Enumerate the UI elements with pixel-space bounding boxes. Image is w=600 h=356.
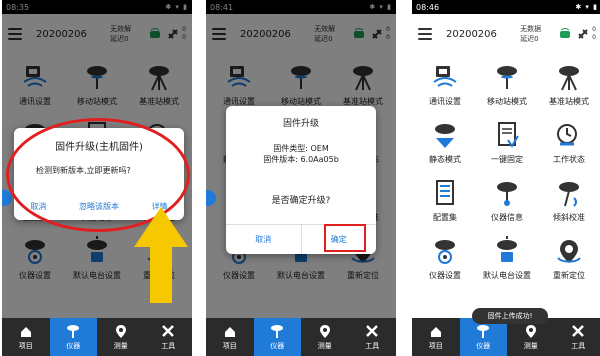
tab-home[interactable]: 项目 [412,318,460,356]
relocate-icon [557,240,581,263]
static-mode-icon [435,124,455,148]
tab-measure[interactable]: 测量 [301,318,349,356]
function-label: 通讯设置 [429,97,461,106]
radio-settings-icon [497,236,517,262]
tab-label: 工具 [161,342,176,350]
instrument-function-grid: 通讯设置 移动站模式 基准站模式静态模式 一键固定 工作状态配置集 仪器信息 倾斜校准仪器设… [412,54,600,294]
tab-label: 工具 [365,342,380,350]
function-label: 配置集 [433,213,457,222]
solution-type: 无数据 [520,25,542,33]
base-mode-icon [559,66,579,91]
function-rover-mode[interactable]: 移动站模式 [476,58,538,116]
function-label: 重新定位 [553,271,585,280]
dialog-title: 固件升级 [282,119,319,129]
latency: 延迟0 [520,35,539,43]
function-static-mode[interactable]: 静态模式 [414,116,476,174]
function-label: 一键固定 [491,155,523,164]
tab-label: 仪器 [270,342,285,350]
function-label: 仪器信息 [491,213,523,222]
upload-success-toast: 固件上传成功! [472,308,548,324]
function-label: 基准站模式 [549,97,589,106]
function-radio-settings[interactable]: 默认电台设置 [476,232,538,290]
tab-home[interactable]: 项目 [2,318,50,356]
measure-icon [525,325,536,338]
home-icon [224,327,235,337]
measure-icon [319,325,330,338]
cancel-button[interactable]: 取消 [226,225,302,254]
instrument-icon [67,325,80,338]
tab-tools[interactable]: 工具 [349,318,397,356]
tab-label: 工具 [571,342,586,350]
system-status-icons: ✱ ▾ ▮ [575,3,598,11]
tab-label: 测量 [113,342,128,350]
home-icon [20,327,31,337]
tools-icon [162,325,175,337]
function-relocate[interactable]: 重新定位 [538,232,600,290]
firmware-info: 固件类型: OEM 固件版本: 6.0Aa05b [226,143,376,165]
function-label: 默认电台设置 [483,271,531,280]
tab-instrument[interactable]: 仪器 [253,318,301,356]
tab-label: 测量 [523,342,538,350]
tab-home[interactable]: 项目 [206,318,254,356]
function-device-settings[interactable]: 仪器设置 [414,232,476,290]
instrument-icon [477,325,490,338]
function-label: 工作状态 [553,155,585,164]
device-info-icon [497,182,517,206]
tab-label: 测量 [317,342,332,350]
phone-screen-3: 08:46 ✱ ▾ ▮ 20200206 无数据延迟0 0 0 通讯设置 移动站模式 基准站模式… [412,0,600,356]
receiver-connection-icon[interactable] [558,27,572,41]
bottom-tab-bar: 项目 仪器 测量 工具 [206,318,396,356]
firmware-version: 固件版本: 6.0Aa05b [263,155,339,164]
function-base-mode[interactable]: 基准站模式 [538,58,600,116]
satellite-icon[interactable] [576,27,590,41]
top-bar: 20200206 无数据延迟0 0 0 [412,14,600,54]
highlight-box [324,224,366,252]
menu-icon[interactable] [418,28,432,40]
solution-status: 无数据延迟0 [520,24,554,44]
home-icon [430,327,441,337]
function-comm-settings[interactable]: 通讯设置 [414,58,476,116]
tab-tools[interactable]: 工具 [555,318,600,356]
clock: 08:46 [416,2,440,12]
comm-settings-icon [433,66,457,87]
tab-label: 仪器 [66,342,81,350]
tab-instrument[interactable]: 仪器 [49,318,97,356]
satellite-count-visible: 0 [592,34,596,41]
config-set-icon [436,180,454,205]
function-tilt-calibration[interactable]: 倾斜校准 [538,174,600,232]
confirm-question: 是否确定升级? [271,196,331,206]
function-config-set[interactable]: 配置集 [414,174,476,232]
phone-screen-2: 08:41✱ ▾ ▮20200206无效解延迟000通讯设置移动站模式基准站模式… [206,0,396,356]
tools-icon [366,325,379,337]
device-settings-icon [435,240,455,264]
function-label: 仪器设置 [429,271,461,280]
tab-measure[interactable]: 测量 [97,318,145,356]
function-label: 倾斜校准 [553,213,585,222]
bottom-tab-bar: 项目 仪器 测量 工具 [2,318,192,356]
measure-icon [115,325,126,338]
one-key-fix-icon [498,122,519,148]
rover-mode-icon [497,66,517,89]
phone-screen-1: 08:35✱ ▾ ▮20200206无效解延迟000通讯设置移动站模式基准站模式… [2,0,192,356]
tab-label: 仪器 [476,342,491,350]
tools-icon [572,325,585,337]
function-label: 静态模式 [429,155,461,164]
satellite-count-used: 0 [592,26,596,33]
up-arrow-icon [134,207,188,303]
function-label: 移动站模式 [487,97,527,106]
status-bar: 08:46 ✱ ▾ ▮ [412,0,600,14]
firmware-type: 固件类型: OEM [273,144,329,153]
satellite-counts: 00 [592,26,596,42]
function-one-key-fix[interactable]: 一键固定 [476,116,538,174]
instrument-icon [271,325,284,338]
tab-tools[interactable]: 工具 [145,318,193,356]
function-work-status[interactable]: 工作状态 [538,116,600,174]
tab-label: 项目 [222,342,237,350]
tilt-calibration-icon [559,182,579,207]
work-status-icon [557,124,577,146]
tab-label: 项目 [428,342,443,350]
project-title: 20200206 [446,28,497,40]
tab-label: 项目 [18,342,33,350]
function-device-info[interactable]: 仪器信息 [476,174,538,232]
